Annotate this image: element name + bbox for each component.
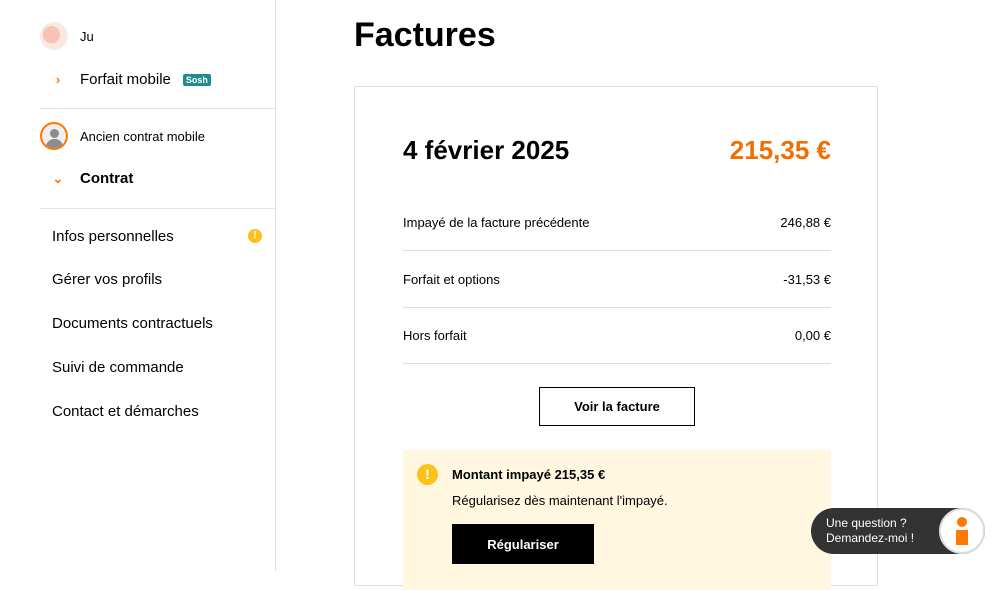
account-old-contract[interactable]: Ancien contrat mobile: [40, 122, 205, 150]
divider: [40, 208, 275, 209]
bill-card: 4 février 2025 215,35 € Impayé de la fac…: [354, 86, 878, 590]
chat-widget[interactable]: Une question ? Demandez-moi !: [811, 508, 985, 554]
bill-row: Impayé de la facture précédente 246,88 €: [403, 194, 831, 251]
chat-text: Une question ? Demandez-moi !: [826, 516, 914, 546]
account-name: Ju: [80, 28, 94, 44]
assistant-icon: [939, 508, 985, 554]
menu-contact-demarches[interactable]: Contact et démarches: [52, 403, 199, 420]
warning-icon: !: [248, 229, 262, 243]
sosh-logo: Sosh: [182, 73, 211, 86]
user-avatar-icon: [40, 122, 68, 150]
alert-text: Régularisez dès maintenant l'impayé.: [452, 493, 668, 508]
bill-row: Forfait et options -31,53 €: [403, 251, 831, 308]
account-name: Ancien contrat mobile: [80, 128, 206, 144]
alert-title: Montant impayé 215,35 €: [452, 467, 606, 482]
bill-total: 215,35 €: [729, 135, 831, 165]
menu-infos-personnelles[interactable]: Infos personnelles: [52, 228, 174, 245]
bill-row-value: -31,53 €: [783, 271, 831, 287]
avatar: [40, 22, 68, 50]
account-mobile[interactable]: Ju: [40, 22, 94, 50]
warning-icon: !: [417, 464, 438, 485]
menu-gerer-profils[interactable]: Gérer vos profils: [52, 271, 162, 288]
bill-row-label: Forfait et options: [403, 271, 500, 287]
chat-line: Demandez-moi !: [826, 531, 915, 545]
page-title: Factures: [354, 16, 496, 54]
bill-row-value: 246,88 €: [780, 214, 831, 230]
contrat-label: Contrat: [80, 170, 134, 187]
bill-row: Hors forfait 0,00 €: [403, 307, 831, 364]
menu-documents-contractuels[interactable]: Documents contractuels: [52, 315, 213, 332]
chevron-down-icon: ⌄: [52, 170, 64, 186]
contrat-toggle[interactable]: ⌄ Contrat: [52, 170, 134, 187]
unpaid-alert: ! Montant impayé 215,35 € Régularisez dè…: [403, 450, 831, 590]
menu-suivi-commande[interactable]: Suivi de commande: [52, 359, 184, 376]
sidebar: Ju › Forfait mobile Sosh Ancien contrat …: [0, 0, 276, 571]
chevron-right-icon: ›: [55, 72, 61, 87]
bill-row-value: 0,00 €: [794, 327, 831, 343]
regulariser-button[interactable]: Régulariser: [452, 524, 594, 564]
divider: [40, 108, 275, 109]
bill-row-label: Impayé de la facture précédente: [403, 214, 590, 230]
bill-date: 4 février 2025: [403, 135, 570, 165]
chat-line: Une question ?: [826, 516, 907, 530]
forfait-mobile-label: Forfait mobile: [80, 71, 171, 88]
bill-row-label: Hors forfait: [403, 327, 467, 343]
view-bill-button[interactable]: Voir la facture: [539, 387, 695, 426]
forfait-mobile-link[interactable]: › Forfait mobile Sosh: [52, 71, 211, 88]
